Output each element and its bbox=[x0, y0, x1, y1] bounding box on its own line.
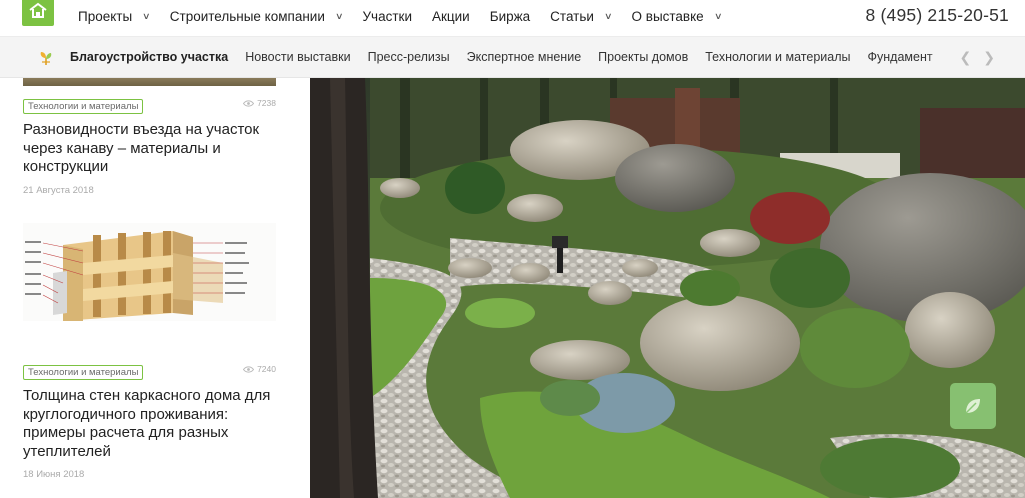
nav-item[interactable]: О выставке ∨ bbox=[631, 8, 723, 24]
top-navigation-bar: Проекты ∨ Строительные компании ∨ Участки Акц… bbox=[0, 0, 1025, 36]
article-list: Технологии и материалы 7238 Разновидност… bbox=[0, 78, 310, 498]
category-tab[interactable]: Технологии и материалы bbox=[705, 50, 850, 64]
nav-item-label: О выставке bbox=[631, 8, 704, 24]
view-count-value: 7240 bbox=[257, 364, 276, 374]
phone-number[interactable]: 8 (495) 215-20-51 bbox=[866, 5, 1010, 26]
article-tag[interactable]: Технологии и материалы bbox=[23, 99, 144, 114]
category-tab[interactable]: Экспертное мнение bbox=[467, 50, 582, 64]
category-tab[interactable]: Пресс-релизы bbox=[368, 50, 450, 64]
chevron-left-icon[interactable]: ❮ bbox=[960, 49, 972, 66]
frame-wall-diagram-image[interactable] bbox=[23, 223, 276, 321]
category-bar: Благоустройство участка Новости выставки П… bbox=[0, 36, 1025, 78]
article-title[interactable]: Толщина стен каркасного дома для круглог… bbox=[23, 387, 276, 461]
nav-item[interactable]: Статьи ∨ bbox=[550, 8, 613, 24]
main-menu: Проекты ∨ Строительные компании ∨ Участки Акц… bbox=[78, 7, 741, 25]
article-tag[interactable]: Технологии и материалы bbox=[23, 365, 144, 380]
chevron-down-icon: ∨ bbox=[713, 10, 723, 21]
leaf-sprout-icon bbox=[40, 52, 52, 65]
article-date: 18 Июня 2018 bbox=[23, 469, 85, 480]
article-date: 21 Августа 2018 bbox=[23, 184, 94, 196]
nav-item-label: Акции bbox=[431, 8, 470, 24]
nav-item[interactable]: Биржа bbox=[490, 9, 530, 24]
nav-item[interactable]: Проекты ∨ bbox=[78, 8, 151, 24]
rock-garden-photo bbox=[310, 78, 1025, 498]
view-count: 7238 bbox=[243, 98, 276, 108]
nav-item-label: Участки bbox=[362, 8, 412, 24]
category-tab[interactable]: Новости выставки bbox=[245, 50, 350, 64]
chevron-right-icon[interactable]: ❯ bbox=[983, 49, 995, 66]
site-logo[interactable] bbox=[22, 0, 54, 26]
category-scroll-arrows: ❮ ❯ bbox=[960, 49, 995, 66]
view-count: 7240 bbox=[243, 364, 276, 374]
floating-contact-button[interactable] bbox=[950, 383, 996, 429]
nav-item[interactable]: Участки bbox=[362, 9, 412, 24]
nav-item-label: Строительные компании bbox=[169, 8, 325, 24]
nav-item-label: Статьи bbox=[550, 8, 594, 24]
nav-item[interactable]: Строительные компании ∨ bbox=[169, 8, 344, 24]
nav-item-label: Проекты bbox=[78, 8, 133, 24]
article-thumbnail-partial[interactable] bbox=[23, 78, 276, 86]
category-tab[interactable]: Проекты домов bbox=[598, 50, 688, 64]
chevron-down-icon: ∨ bbox=[334, 10, 344, 21]
article-title[interactable]: Разновидности въезда на участок через ка… bbox=[23, 121, 276, 177]
category-tab[interactable]: Благоустройство участка bbox=[70, 50, 228, 64]
chevron-down-icon: ∨ bbox=[142, 10, 151, 21]
chevron-down-icon: ∨ bbox=[603, 10, 613, 21]
eye-icon bbox=[243, 99, 255, 107]
article-meta: Технологии и материалы 7240 Толщина стен… bbox=[23, 362, 276, 480]
nav-item-label: Биржа bbox=[489, 8, 531, 24]
view-count-value: 7238 bbox=[257, 98, 276, 108]
house-logo-icon bbox=[29, 2, 47, 18]
eye-icon bbox=[243, 365, 255, 373]
category-tab[interactable]: Фундамент bbox=[868, 50, 933, 64]
article-card: Технологии и материалы 7238 Разновидност… bbox=[23, 96, 276, 196]
nav-item[interactable]: Акции bbox=[432, 9, 470, 24]
leaf-icon bbox=[965, 399, 980, 414]
category-tabs: Благоустройство участка Новости выставки П… bbox=[70, 50, 950, 64]
